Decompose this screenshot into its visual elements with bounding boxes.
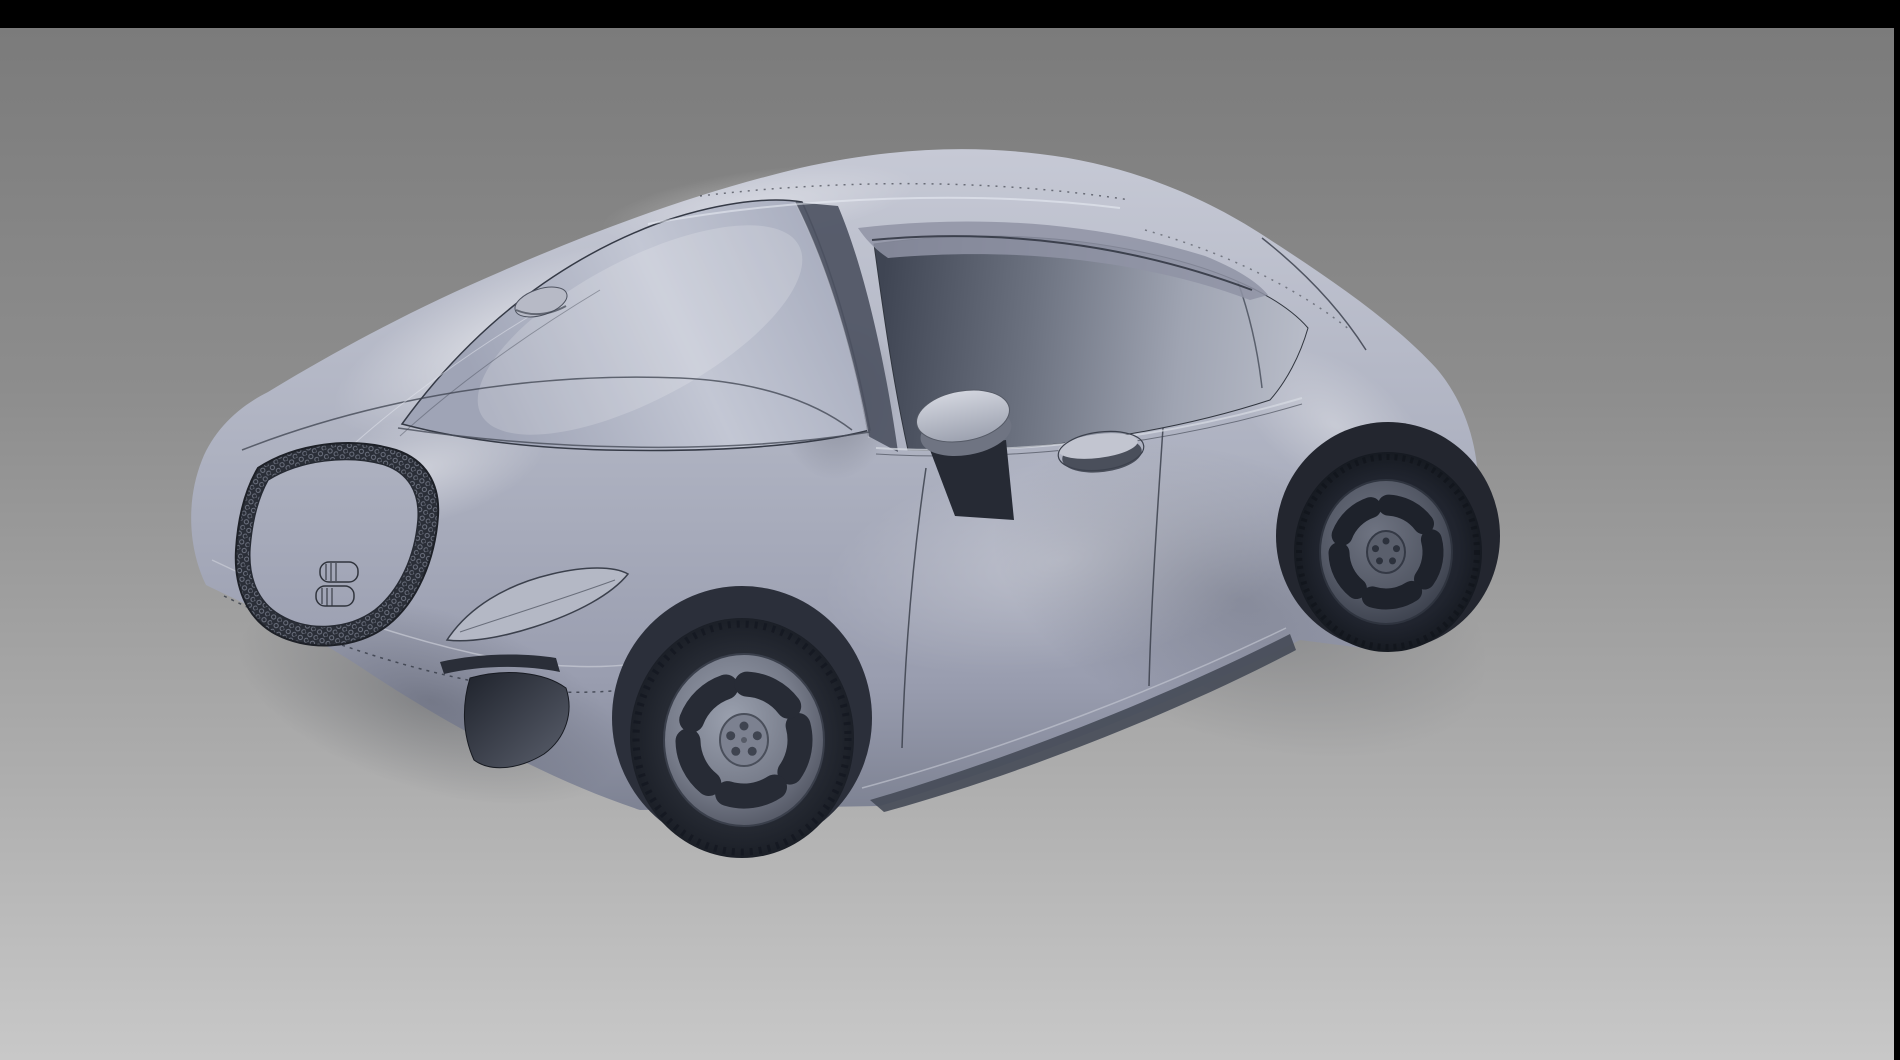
wheel-spoke-cutout-rear [1372, 591, 1411, 599]
lug-bolt [731, 747, 740, 756]
car-model-render [0, 0, 1900, 1060]
front-wheel [612, 586, 872, 858]
front-hub-center [741, 737, 747, 743]
lug-bolt [740, 722, 749, 731]
letterbox-right-bar [1894, 0, 1900, 1060]
wheel-spoke-cutout [790, 726, 800, 773]
lug-bolt [726, 731, 735, 740]
wheel-spoke-cutout-rear [1425, 540, 1434, 579]
letterbox-top-bar [0, 0, 1900, 28]
lug-bolt [1376, 557, 1383, 564]
lug-bolt [1372, 545, 1379, 552]
lug-bolt [1393, 545, 1400, 552]
lug-bolt [753, 731, 762, 740]
rear-hub [1367, 531, 1405, 573]
lug-bolt [1389, 557, 1396, 564]
cad-application-window [0, 0, 1900, 1060]
lug-bolt [748, 747, 757, 756]
lug-bolt [1383, 538, 1390, 545]
wheel-spoke-cutout [728, 787, 775, 796]
